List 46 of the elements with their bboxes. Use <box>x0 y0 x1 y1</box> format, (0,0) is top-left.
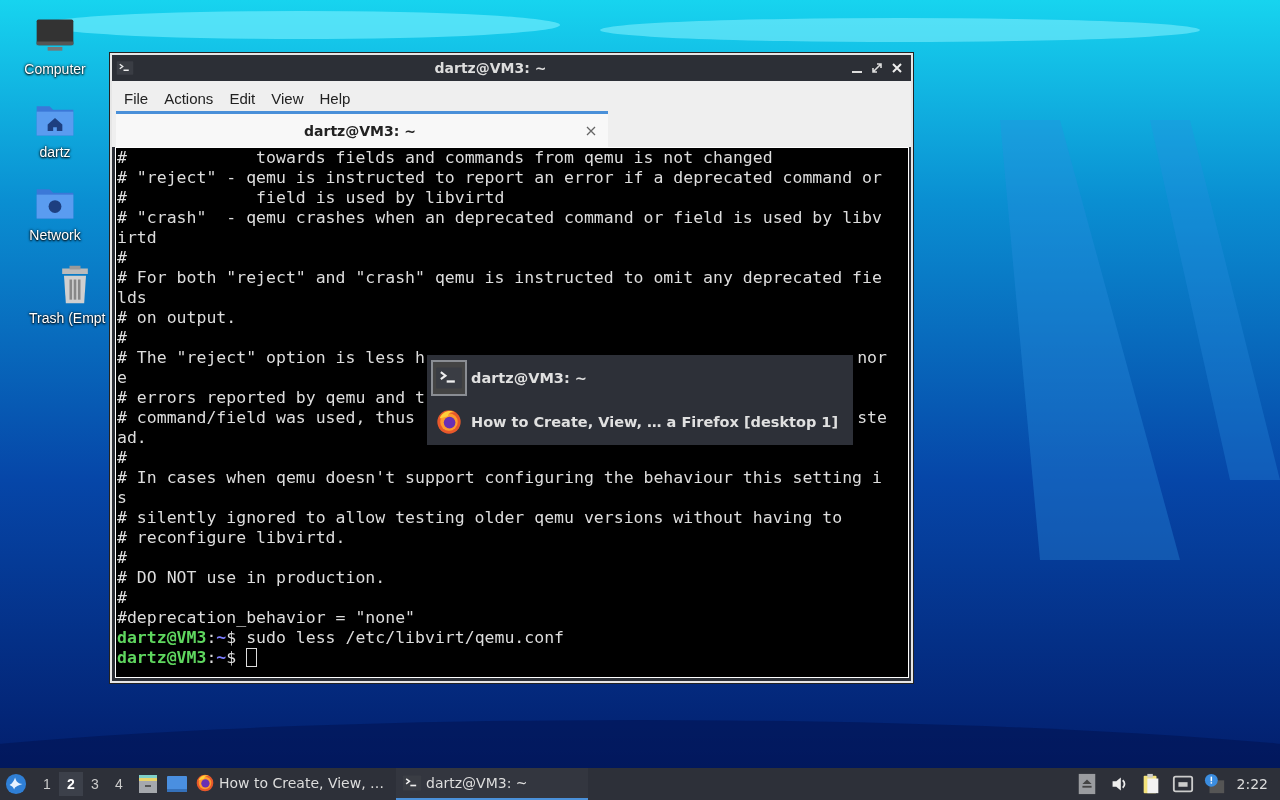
menu-item[interactable]: View <box>263 89 312 107</box>
terminal-line: # In cases when qemu doesn't support configuring the behaviour this setting i <box>117 468 882 488</box>
tab[interactable]: dartz@VM3: ~ <box>116 111 608 147</box>
terminal-line: e <box>117 368 127 388</box>
workspace-button[interactable]: 3 <box>83 772 107 796</box>
menu-item[interactable]: File <box>116 89 157 107</box>
menu-item[interactable]: Edit <box>221 89 264 107</box>
terminal-line: # <box>117 448 127 468</box>
terminal-line: # <box>117 548 127 568</box>
terminal-line: # field is used by libvirtd <box>117 188 505 208</box>
terminal-line: lds <box>117 288 147 308</box>
terminal-line: # "crash" - qemu crashes when an deprecated command or field is used by libv <box>117 208 882 228</box>
terminal-line: # silently ignored to allow testing older qemu versions without having to <box>117 508 843 528</box>
switcher-item[interactable]: How to Create, View, … a Firefox [desktop 1] <box>431 402 849 442</box>
workspace-button[interactable]: 4 <box>107 772 131 796</box>
terminal-line: # <box>117 588 127 608</box>
terminal-line: irtd <box>117 228 157 248</box>
terminal-line: # The "reject" option is less h <box>117 348 425 368</box>
icon-label[interactable]: Network <box>29 227 81 243</box>
terminal-line: # DO NOT use in production. <box>117 568 386 588</box>
terminal-line: # <box>117 328 127 348</box>
menu-item[interactable]: Actions <box>156 89 222 107</box>
workspace-button[interactable]: 1 <box>35 772 59 796</box>
terminal-line: #deprecation_behavior = "none" <box>117 608 415 628</box>
terminal-line: nor <box>857 348 887 368</box>
terminal-line: # command/field was used, thus <box>117 408 415 428</box>
icon-label[interactable]: Trash (Empt <box>29 310 106 326</box>
workspace-button[interactable]: 2 <box>59 772 83 796</box>
terminal-line: # "reject" - qemu is instructed to report an error if a deprecated command or <box>117 168 882 188</box>
taskbar-task[interactable]: dartz@VM3: ~ <box>396 768 589 800</box>
menu-item[interactable]: Help <box>311 89 359 107</box>
terminal-line: ste <box>857 408 887 428</box>
terminal-line: ad. <box>117 428 147 448</box>
terminal-line: # reconfigure libvirtd. <box>117 528 346 548</box>
prompt-line: dartz@VM3:~$ <box>117 648 237 668</box>
taskbar-task[interactable]: How to Create, View, … <box>189 768 397 800</box>
terminal-line: # on output. <box>117 308 237 328</box>
terminal-line: # For both "reject" and "crash" qemu is instructed to omit any deprecated fie <box>117 268 882 288</box>
window-title: dartz@VM3: ~ <box>433 60 548 76</box>
prompt-line: dartz@VM3:~$ sudo less /etc/libvirt/qemu.conf <box>117 628 565 648</box>
terminal-line: s <box>117 488 127 508</box>
clock: 2:22 <box>1236 776 1268 792</box>
switcher-item[interactable]: dartz@VM3: ~ <box>431 358 849 398</box>
terminal-line: # towards fields and commands from qemu is not changed <box>117 148 773 168</box>
terminal-line: # <box>117 248 127 268</box>
terminal-line: # errors reported by qemu and t <box>117 388 425 408</box>
